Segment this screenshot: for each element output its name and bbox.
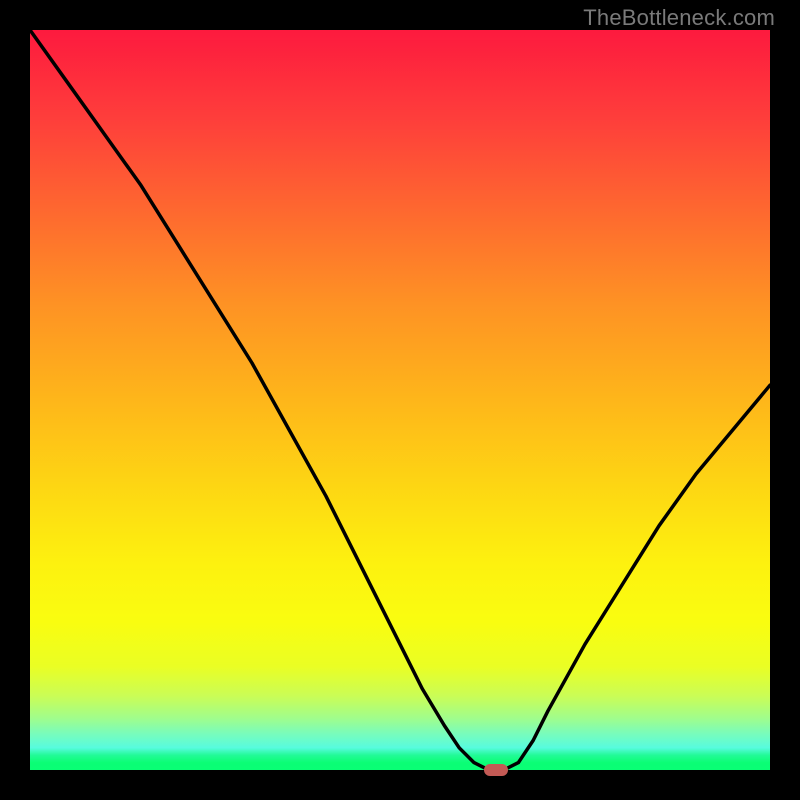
plot-area [30, 30, 770, 770]
chart-stage: TheBottleneck.com [0, 0, 800, 800]
watermark-text: TheBottleneck.com [583, 5, 775, 31]
bottleneck-curve [30, 30, 770, 770]
curve-path [30, 30, 770, 770]
